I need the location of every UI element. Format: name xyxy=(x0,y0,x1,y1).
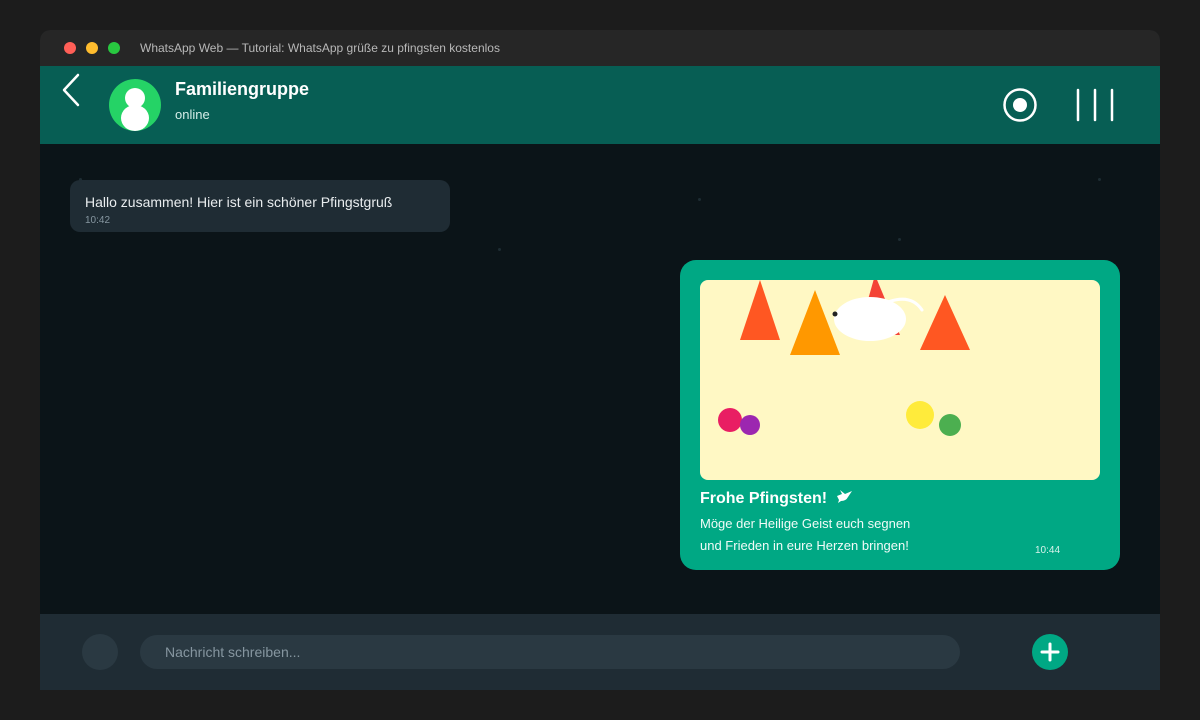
person-icon xyxy=(121,88,149,131)
plus-icon xyxy=(1040,642,1060,662)
card-title-text: Frohe Pfingsten! xyxy=(700,490,828,507)
emoji-button[interactable] xyxy=(82,634,118,670)
maximize-window-button[interactable] xyxy=(108,42,120,54)
menu-button[interactable] xyxy=(1072,87,1118,123)
menu-bars-icon xyxy=(1076,88,1114,122)
message-text: Hallo zusammen! Hier ist ein schöner Pfi… xyxy=(85,194,393,210)
chat-header: Familiengruppe online xyxy=(40,66,1160,144)
message-time: 10:42 xyxy=(85,215,111,226)
decoration-circle xyxy=(740,415,760,435)
window-titlebar: WhatsApp Web — Tutorial: WhatsApp grüße … xyxy=(40,30,1160,66)
card-text-line: und Frieden in eure Herzen bringen! xyxy=(700,538,909,553)
message-composer xyxy=(40,614,1160,690)
back-button[interactable] xyxy=(58,72,88,108)
dove-eye xyxy=(832,311,838,317)
avatar[interactable] xyxy=(109,79,161,131)
close-window-button[interactable] xyxy=(64,42,76,54)
greeting-card-image[interactable] xyxy=(700,280,1100,480)
flame-shape xyxy=(790,290,840,355)
dove-icon xyxy=(836,490,852,503)
background-dot xyxy=(698,198,701,201)
contact-name[interactable]: Familiengruppe xyxy=(175,79,309,100)
background-dot xyxy=(1098,178,1101,181)
outgoing-message[interactable]: Frohe Pfingsten! Möge der Heilige Geist … xyxy=(680,260,1120,570)
contact-status: online xyxy=(175,107,210,122)
card-title: Frohe Pfingsten! xyxy=(700,490,854,508)
decoration-circle xyxy=(939,414,961,436)
flame-shape xyxy=(920,295,970,350)
flame-shape xyxy=(740,280,780,340)
record-button[interactable] xyxy=(1002,87,1038,123)
pentecost-illustration xyxy=(718,280,970,436)
background-dot xyxy=(898,238,901,241)
message-input[interactable] xyxy=(140,635,960,669)
message-time: 10:44 xyxy=(1035,545,1061,556)
minimize-window-button[interactable] xyxy=(86,42,98,54)
background-dot xyxy=(498,248,501,251)
add-button[interactable] xyxy=(1032,634,1068,670)
incoming-message[interactable]: Hallo zusammen! Hier ist ein schöner Pfi… xyxy=(70,180,450,232)
app-window: WhatsApp Web — Tutorial: WhatsApp grüße … xyxy=(40,30,1160,690)
window-title: WhatsApp Web — Tutorial: WhatsApp grüße … xyxy=(140,41,500,55)
chat-area[interactable]: Hallo zusammen! Hier ist ein schöner Pfi… xyxy=(40,144,1160,614)
decoration-circle xyxy=(718,408,742,432)
card-text-line: Möge der Heilige Geist euch segnen xyxy=(700,516,911,531)
dove-body xyxy=(834,297,906,341)
decoration-circle xyxy=(906,401,934,429)
chevron-left-icon xyxy=(62,73,80,107)
record-icon xyxy=(1003,88,1037,122)
